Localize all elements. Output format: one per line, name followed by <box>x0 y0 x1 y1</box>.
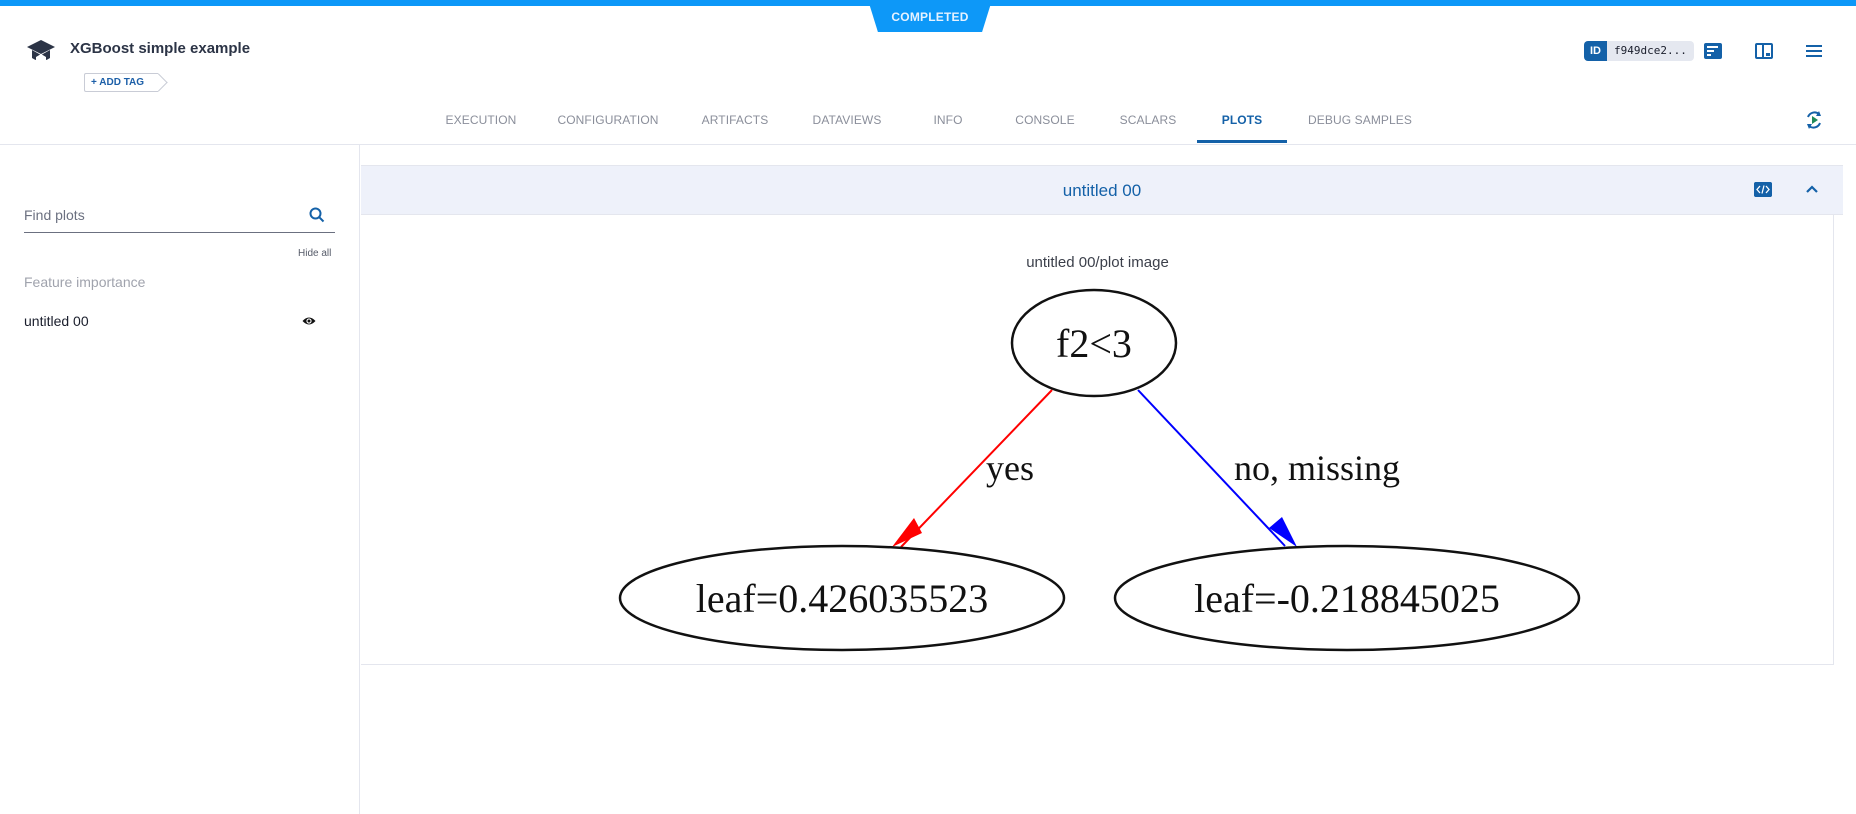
plot-card-title: untitled 00 <box>1062 181 1142 200</box>
root-node-label: f2<3 <box>1056 321 1132 366</box>
auto-refresh-icon[interactable] <box>1804 110 1824 130</box>
tab-info[interactable]: INFO <box>920 96 976 144</box>
tab-dataviews[interactable]: DATAVIEWS <box>804 96 890 144</box>
id-value: f949dce2... <box>1607 41 1694 61</box>
task-id-badge[interactable]: ID f949dce2... <box>1584 41 1694 61</box>
tab-artifacts[interactable]: ARTIFACTS <box>692 96 778 144</box>
plot-card-header: untitled 00 <box>361 165 1843 215</box>
eye-icon[interactable] <box>302 316 316 326</box>
plot-card-body: untitled 00/plot image yes no, missing f… <box>361 215 1834 665</box>
tab-configuration[interactable]: CONFIGURATION <box>553 96 663 144</box>
layout-icon[interactable] <box>1755 43 1773 59</box>
plot-list-item[interactable]: untitled 00 <box>24 313 324 333</box>
plot-item-label: untitled 00 <box>24 313 89 329</box>
task-title: XGBoost simple example <box>70 40 251 57</box>
chevron-up-icon[interactable] <box>1805 183 1819 195</box>
find-plots-search <box>24 205 335 233</box>
menu-icon[interactable] <box>1805 43 1823 59</box>
tab-plots[interactable]: PLOTS <box>1197 96 1287 144</box>
hide-all-button[interactable]: Hide all <box>298 248 331 259</box>
plot-group-label: Feature importance <box>24 274 146 290</box>
task-tabs: EXECUTION CONFIGURATION ARTIFACTS DATAVI… <box>0 96 1856 144</box>
embed-code-icon[interactable] <box>1754 182 1772 197</box>
plots-sidebar: Hide all Feature importance untitled 00 <box>0 145 360 814</box>
tab-scalars[interactable]: SCALARS <box>1110 96 1186 144</box>
edge-yes-arrowhead <box>892 518 922 547</box>
edge-no-label: no, missing <box>1234 448 1400 488</box>
tab-console[interactable]: CONSOLE <box>1007 96 1083 144</box>
tab-execution[interactable]: EXECUTION <box>438 96 524 144</box>
add-tag-button[interactable]: + ADD TAG <box>84 73 159 92</box>
id-label: ID <box>1584 41 1607 61</box>
info-panel-icon[interactable] <box>1704 43 1722 59</box>
search-icon[interactable] <box>309 207 325 223</box>
leaf-node-no-label: leaf=-0.218845025 <box>1194 576 1500 621</box>
graduation-cap-icon <box>27 40 55 62</box>
edge-yes-label: yes <box>986 448 1034 488</box>
xgboost-tree-diagram: yes no, missing f2<3 leaf=0.426035523 le… <box>618 288 1581 652</box>
find-plots-input[interactable] <box>24 205 294 223</box>
leaf-node-yes-label: leaf=0.426035523 <box>696 576 989 621</box>
tab-debug-samples[interactable]: DEBUG SAMPLES <box>1305 96 1415 144</box>
